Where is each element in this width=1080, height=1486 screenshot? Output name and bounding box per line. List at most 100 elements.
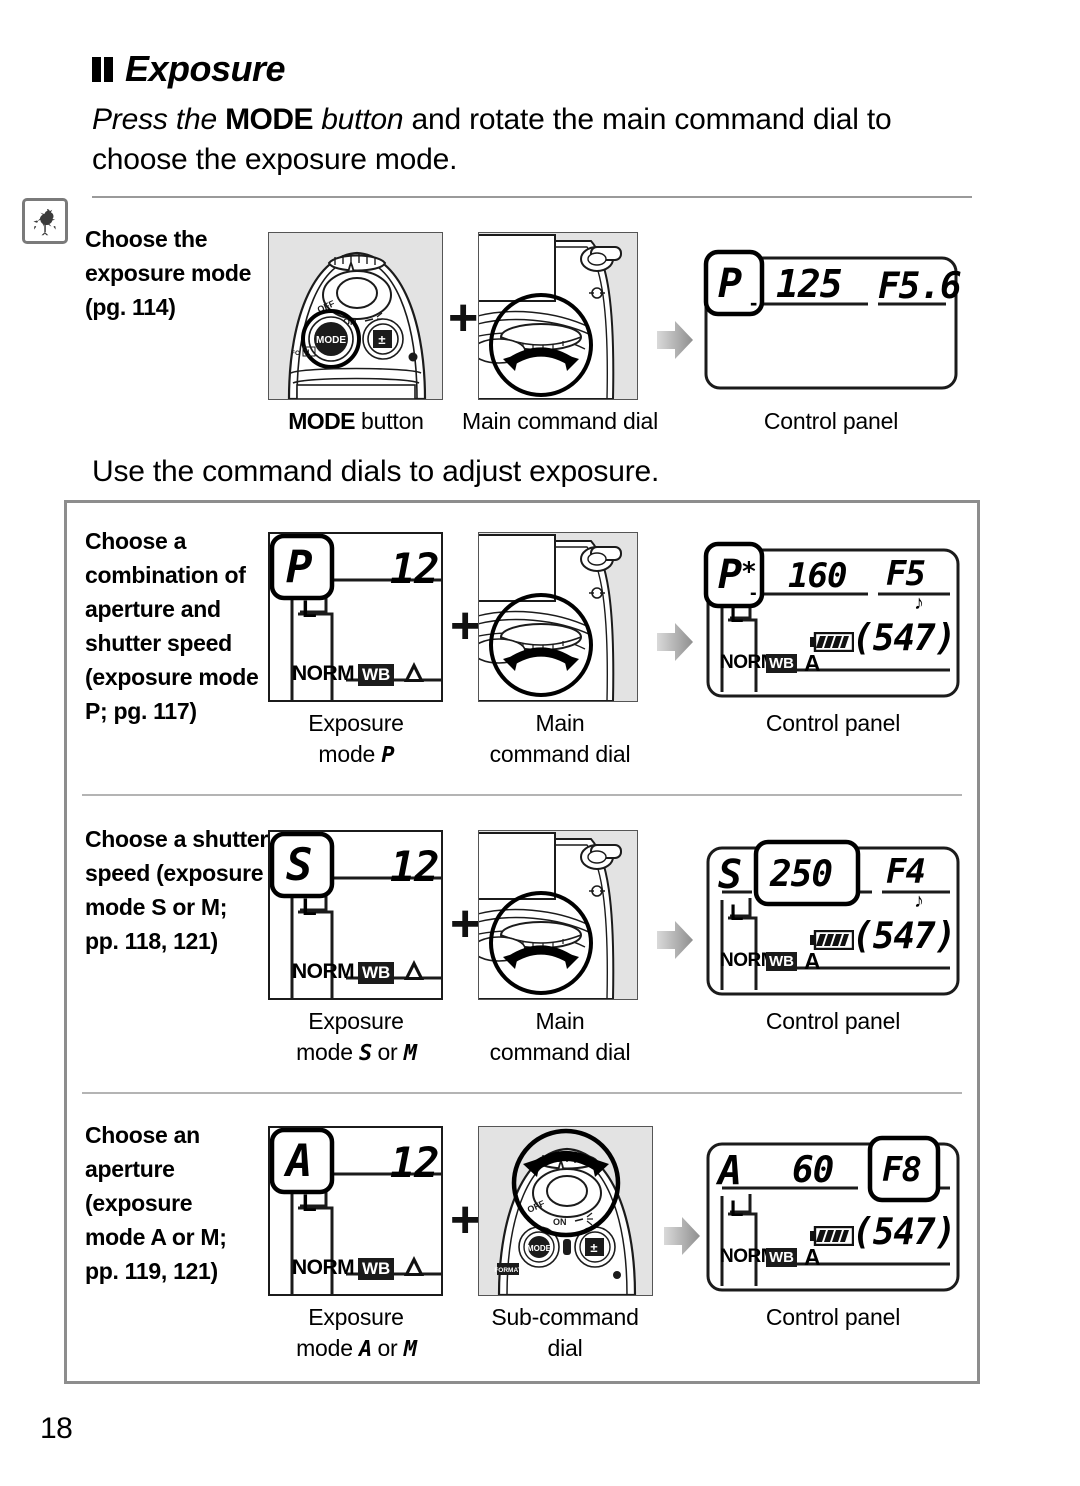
lcd-image-size-row3: L bbox=[302, 894, 317, 921]
lcd-mode-row1: P bbox=[718, 261, 742, 307]
caption-control-panel-row4: Control panel bbox=[765, 1304, 901, 1330]
page-title-text: Exposure bbox=[125, 48, 286, 89]
lcd-shutter-row4: 60 bbox=[792, 1150, 834, 1191]
caption-exposure-mode-row3: Exposure mode S or M bbox=[296, 1008, 417, 1067]
lcd-image-size-row4b: L bbox=[730, 1196, 744, 1221]
intro-mid: button bbox=[313, 103, 404, 136]
lcd-wb-badge-row3: WB bbox=[358, 962, 395, 984]
chapter-badge bbox=[22, 198, 68, 244]
page-title: Exposure bbox=[92, 48, 286, 91]
lcd-mode-row3: S bbox=[718, 852, 742, 898]
row-divider-2 bbox=[82, 1092, 962, 1094]
svg-text:FORMAT: FORMAT bbox=[494, 1267, 521, 1274]
lcd-wb-auto-triangle-row2 bbox=[402, 660, 426, 684]
flow-arrow-row3 bbox=[655, 918, 695, 962]
illustration-main-command-dial-row3 bbox=[478, 830, 638, 1000]
caption-control-panel-row1: Control panel bbox=[763, 408, 899, 434]
mid-instruction: Use the command dials to adjust exposure… bbox=[92, 455, 660, 488]
lcd-wb-mode-row4b: A bbox=[804, 1244, 821, 1270]
illustration-sub-command-dial: OFF ON MODE ± FORMAT bbox=[478, 1126, 653, 1296]
lcd-frames-remaining-row2: (547) bbox=[852, 618, 956, 659]
lcd-battery-icon-row2 bbox=[810, 632, 854, 652]
caption-sub-command-dial: Sub-command dial bbox=[491, 1304, 639, 1362]
illustration-main-command-dial-row2 bbox=[478, 532, 638, 702]
lcd-frames-remaining-row4: (547) bbox=[852, 1212, 956, 1253]
caption-control-panel-row3: Control panel bbox=[765, 1008, 901, 1034]
lcd-partial-digits-row2: 12 bbox=[390, 544, 440, 593]
svg-text:ON: ON bbox=[553, 1217, 567, 1227]
lcd-aperture-row2: F5 bbox=[886, 554, 926, 594]
svg-text:FO: FO bbox=[291, 350, 300, 357]
control-panel-row4: A 60 F8 (547) L NORM WB A bbox=[700, 1134, 966, 1298]
lcd-quality-row2: NORM bbox=[292, 662, 355, 685]
caption-exposure-mode-row4: Exposure mode A or M bbox=[296, 1304, 417, 1363]
step-text-choose-exposure-mode: Choose the exposure mode (pg. 114) bbox=[85, 226, 252, 321]
lcd-wb-badge-row4b: WB bbox=[766, 1248, 797, 1267]
svg-text:±: ± bbox=[378, 332, 385, 347]
lcd-wb-badge-row2: WB bbox=[358, 664, 395, 686]
caption-mode-button: MODE button bbox=[288, 408, 424, 434]
lcd-wb-badge-row4: WB bbox=[358, 1258, 395, 1280]
lcd-mode-row4: A bbox=[718, 1148, 742, 1194]
caption-exposure-mode-row2: Exposure mode P bbox=[308, 710, 404, 769]
lcd-mode-glyph-row4: A bbox=[286, 1136, 312, 1187]
rooster-weathervane-icon bbox=[25, 201, 65, 241]
lcd-quality-row4: NORM bbox=[292, 1256, 355, 1279]
lcd-shutter-row2: 160 bbox=[788, 556, 847, 596]
control-panel-row1: P - 125 F5.6 bbox=[700, 242, 962, 394]
lcd-shutter-row1: 125 bbox=[776, 262, 843, 306]
lcd-shutter-row3: 250 bbox=[770, 854, 833, 895]
lcd-wb-auto-triangle-row4 bbox=[402, 1254, 426, 1278]
lcd-image-size-row4: L bbox=[302, 1190, 317, 1217]
caption-main-command-dial-row3: Main command dial bbox=[489, 1008, 631, 1066]
lcd-exposure-mode-row3: S 12 L NORM WB bbox=[268, 830, 443, 1000]
control-panel-row3: S 250 F4 ♪ (547) L NORM WB A bbox=[700, 838, 966, 1002]
lcd-mode-dash-row1: - bbox=[750, 290, 758, 315]
svg-text:MODE: MODE bbox=[316, 335, 346, 346]
svg-text:TI: TI bbox=[304, 350, 310, 356]
plus-symbol-row1: + bbox=[448, 289, 479, 347]
lcd-wb-mode-row3b: A bbox=[804, 948, 821, 974]
lcd-image-size-row3b: L bbox=[730, 900, 744, 925]
step-text-choose-program-combination: Choose a combination of aperture and shu… bbox=[85, 528, 259, 725]
section-marker-icon bbox=[92, 49, 116, 91]
plus-symbol-row2: + bbox=[450, 597, 481, 655]
flow-arrow-row2 bbox=[655, 620, 695, 664]
row-divider-1 bbox=[82, 794, 962, 796]
lcd-exposure-mode-row4: A 12 L NORM WB bbox=[268, 1126, 443, 1296]
illustration-mode-button: OFF ON MODE ± FO TI bbox=[268, 232, 443, 400]
lcd-wb-badge-row3b: WB bbox=[766, 952, 797, 971]
intro-mode-label: MODE bbox=[225, 103, 314, 136]
heading-divider bbox=[92, 196, 972, 198]
lcd-aperture-row4: F8 bbox=[882, 1150, 922, 1190]
illustration-main-command-dial-row1 bbox=[478, 232, 638, 400]
lcd-aperture-row1: F5.6 bbox=[878, 266, 962, 307]
lcd-battery-icon-row4 bbox=[810, 1226, 854, 1246]
lcd-wb-badge-row2b: WB bbox=[766, 654, 797, 673]
lcd-aperture-row3: F4 bbox=[886, 852, 926, 892]
control-panel-row2: P* - 160 F5 ♪ (547) L NORM WB A bbox=[700, 540, 966, 704]
lcd-beep-icon-row2: ♪ bbox=[914, 592, 924, 614]
svg-text:±: ± bbox=[590, 1240, 597, 1255]
plus-symbol-row3: + bbox=[450, 895, 481, 953]
lcd-mode-dash-row2: - bbox=[750, 582, 757, 604]
lcd-wb-mode-row2b: A bbox=[804, 650, 821, 676]
lcd-quality-row3: NORM bbox=[292, 960, 355, 983]
step-text-choose-shutter-speed: Choose a shutter speed (exposure mode S … bbox=[85, 826, 269, 955]
caption-main-command-dial-row2: Main command dial bbox=[489, 710, 631, 768]
lcd-partial-digits-row3: 12 bbox=[390, 842, 440, 891]
lcd-exposure-mode-row2: P 12 L NORM WB bbox=[268, 532, 443, 702]
lcd-mode-glyph-row2: P bbox=[286, 542, 312, 593]
lcd-image-size-row2: L bbox=[302, 596, 317, 623]
lcd-wb-auto-triangle-row3 bbox=[402, 958, 426, 982]
lcd-partial-digits-row4: 12 bbox=[390, 1138, 440, 1187]
flow-arrow-row1 bbox=[655, 318, 695, 362]
manual-page: Exposure Press the MODE button and rotat… bbox=[0, 0, 1080, 1486]
plus-symbol-row4: + bbox=[450, 1191, 481, 1249]
caption-main-command-dial-row1: Main command dial bbox=[461, 408, 659, 434]
svg-text:MODE: MODE bbox=[527, 1244, 552, 1253]
lcd-battery-icon-row3 bbox=[810, 930, 854, 950]
page-number: 18 bbox=[40, 1412, 73, 1445]
lcd-beep-icon-row3: ♪ bbox=[914, 890, 924, 912]
intro-pre: Press the bbox=[92, 103, 226, 136]
